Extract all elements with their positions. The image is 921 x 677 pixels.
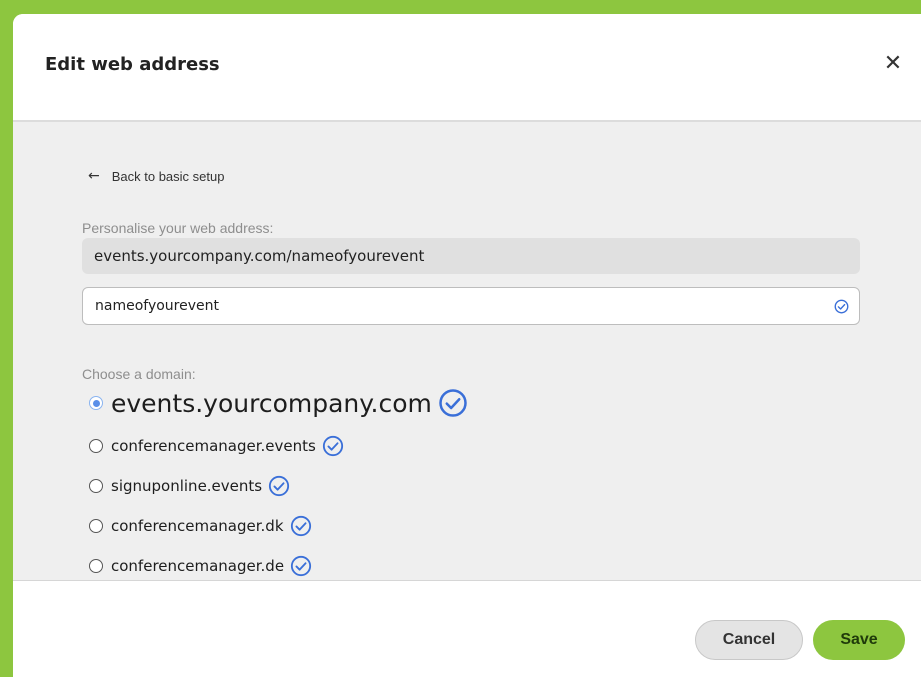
web-address-preview: events.yourcompany.com/nameofyourevent	[82, 238, 860, 274]
dialog-body: ← Back to basic setup Personalise your w…	[13, 122, 921, 581]
domain-option[interactable]: conferencemanager.de	[89, 546, 468, 586]
radio-unselected[interactable]	[89, 519, 103, 533]
domain-option[interactable]: signuponline.events	[89, 466, 468, 506]
dialog-footer: Cancel Save	[13, 581, 921, 677]
domain-option[interactable]: conferencemanager.dk	[89, 506, 468, 546]
domain-option[interactable]: conferencemanager.events	[89, 426, 468, 466]
save-button[interactable]: Save	[813, 620, 905, 660]
domain-label: conferencemanager.dk	[111, 517, 284, 535]
radio-unselected[interactable]	[89, 479, 103, 493]
domain-options: events.yourcompany.com conferencemanager…	[89, 380, 468, 586]
check-circle-icon	[834, 299, 849, 314]
event-slug-input[interactable]	[95, 288, 795, 324]
check-circle-icon	[322, 435, 343, 457]
domain-label: signuponline.events	[111, 477, 263, 495]
event-slug-field	[82, 287, 860, 325]
back-link-label: Back to basic setup	[111, 168, 225, 184]
domain-label: conferencemanager.events	[111, 437, 316, 455]
personalise-label: Personalise your web address:	[82, 220, 274, 236]
check-circle-icon	[269, 475, 290, 497]
check-circle-icon	[439, 389, 467, 417]
check-circle-icon	[290, 515, 311, 537]
edit-web-address-dialog: Edit web address ✕ ← Back to basic setup…	[13, 14, 921, 677]
cancel-button[interactable]: Cancel	[695, 620, 803, 660]
domain-option[interactable]: events.yourcompany.com	[89, 380, 468, 426]
radio-unselected[interactable]	[89, 559, 103, 573]
close-button[interactable]: ✕	[879, 49, 907, 77]
domain-label: events.yourcompany.com	[111, 388, 432, 418]
radio-unselected[interactable]	[89, 439, 103, 453]
dialog-title: Edit web address	[45, 54, 220, 75]
radio-selected[interactable]	[89, 396, 103, 410]
close-icon: ✕	[883, 50, 903, 76]
dialog-header: Edit web address ✕	[13, 14, 921, 122]
domain-label: conferencemanager.de	[111, 557, 285, 575]
back-arrow-icon: ←	[88, 168, 100, 184]
check-circle-icon	[290, 555, 312, 577]
back-to-basic-setup-link[interactable]: ← Back to basic setup	[88, 168, 224, 184]
